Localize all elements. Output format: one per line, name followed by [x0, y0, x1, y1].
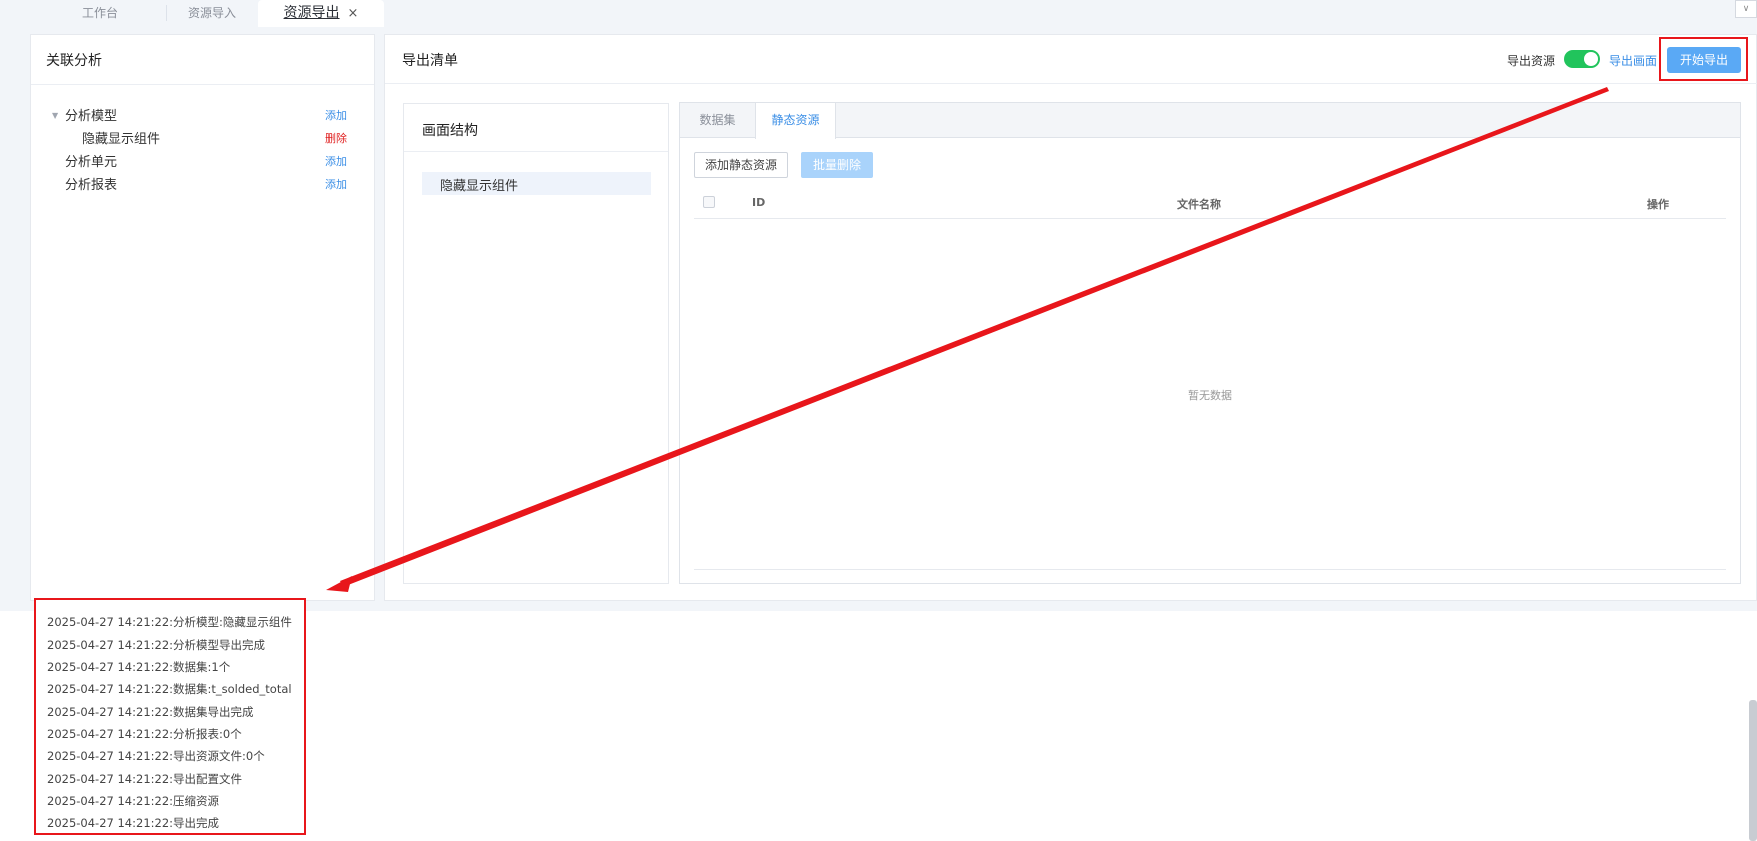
annotation-arrow	[326, 87, 1609, 592]
